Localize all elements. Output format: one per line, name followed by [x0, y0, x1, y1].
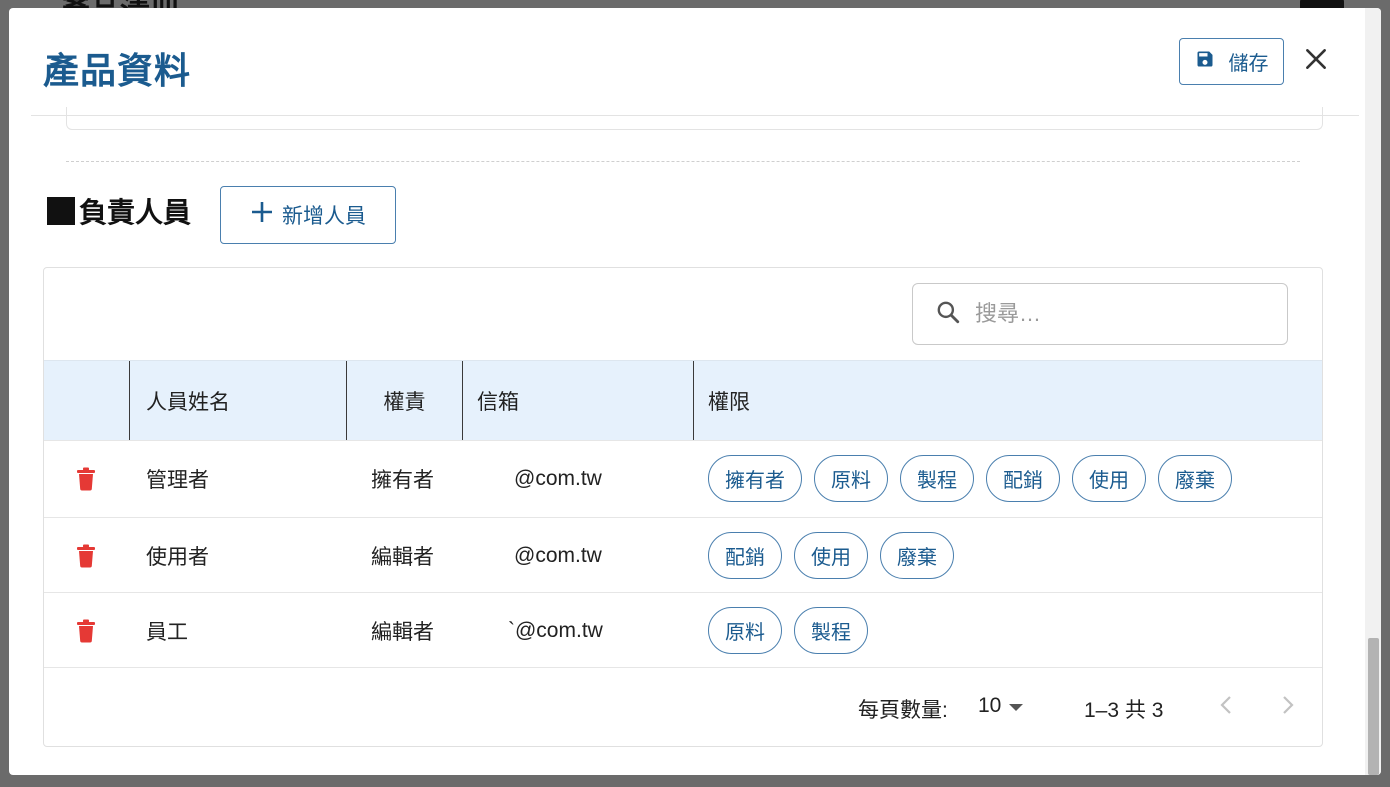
person-role: 編輯者	[371, 620, 434, 644]
save-icon	[1195, 49, 1215, 75]
permission-chip[interactable]: 擁有者	[708, 455, 802, 502]
search-box[interactable]	[912, 283, 1288, 345]
section-divider	[66, 161, 1300, 162]
column-header-email[interactable]: 信箱	[463, 361, 694, 441]
pagination-range: 1–3 共 3	[1084, 699, 1164, 722]
previous-section-card	[66, 107, 1323, 130]
person-email: @com.tw	[514, 466, 602, 490]
trash-icon	[77, 467, 95, 490]
chevron-right-icon	[1282, 695, 1294, 720]
table-row: 員工 編輯者 `@com.tw 原料 製程	[44, 592, 1322, 668]
delete-button[interactable]	[76, 593, 100, 668]
scrollbar-thumb[interactable]	[1368, 638, 1379, 775]
table-row: 管理者 擁有者 @com.tw 擁有者 原料 製程 配銷 使用 廢棄	[44, 440, 1322, 516]
section-heading-text: 負責人員	[79, 197, 192, 228]
permission-chips: 原料 製程	[708, 593, 868, 668]
dialog-title: 產品資料	[43, 50, 192, 91]
section-heading: 負責人員	[47, 191, 191, 231]
person-email: `@com.tw	[508, 618, 603, 642]
add-person-label: 新增人員	[282, 205, 366, 228]
permission-chip[interactable]: 原料	[814, 455, 888, 502]
product-dialog: 產品資料 儲存 負責人員 新增人員 搜尋… 人員姓名 權責 信箱 權限 管理者 …	[9, 8, 1381, 775]
trash-icon	[77, 544, 95, 567]
person-role: 擁有者	[371, 468, 434, 492]
permission-chip[interactable]: 原料	[708, 607, 782, 654]
caret-down-icon	[1009, 694, 1024, 718]
person-email: @com.tw	[514, 543, 602, 567]
add-person-button[interactable]: 新增人員	[220, 186, 396, 244]
permission-chip[interactable]: 使用	[794, 532, 868, 579]
close-button[interactable]	[1299, 44, 1333, 78]
search-icon	[935, 299, 961, 330]
chevron-left-icon	[1220, 695, 1232, 720]
rows-per-page-select[interactable]: 10	[978, 694, 1024, 718]
permission-chip[interactable]: 廢棄	[880, 532, 954, 579]
person-name: 使用者	[146, 545, 209, 569]
permission-chip[interactable]: 製程	[900, 455, 974, 502]
search-input[interactable]	[975, 301, 1265, 327]
column-header-permissions[interactable]: 權限	[694, 361, 1322, 441]
next-page-button[interactable]	[1276, 694, 1300, 720]
person-name: 員工	[146, 620, 188, 644]
rows-per-page-label: 每頁數量:	[858, 699, 948, 722]
column-header-name[interactable]: 人員姓名	[130, 361, 347, 441]
table-row: 使用者 編輯者 @com.tw 配銷 使用 廢棄	[44, 517, 1322, 593]
permission-chip[interactable]: 製程	[794, 607, 868, 654]
plus-icon	[250, 200, 274, 230]
table-header: 人員姓名 權責 信箱 權限	[44, 360, 1322, 441]
permission-chips: 擁有者 原料 製程 配銷 使用 廢棄	[708, 441, 1232, 516]
permission-chip[interactable]: 配銷	[708, 532, 782, 579]
column-header-actions	[44, 361, 130, 441]
dialog-scrollbar[interactable]	[1365, 8, 1381, 775]
delete-button[interactable]	[76, 518, 100, 593]
dialog-content[interactable]: 負責人員 新增人員 人員姓名 權責 信箱 權限	[9, 107, 1365, 775]
table-pagination: 每頁數量: 10 1–3 共 3	[44, 667, 1322, 746]
save-button[interactable]: 儲存	[1179, 38, 1284, 85]
permission-chips: 配銷 使用 廢棄	[708, 518, 954, 593]
personnel-table: 人員姓名 權責 信箱 權限 管理者 擁有者 @com.tw 擁有者 原料 製程 …	[43, 267, 1323, 747]
person-name: 管理者	[146, 468, 209, 492]
rows-per-page-value: 10	[978, 694, 1002, 717]
permission-chip[interactable]: 配銷	[986, 455, 1060, 502]
close-icon	[1303, 46, 1329, 77]
previous-page-button[interactable]	[1214, 694, 1238, 720]
permission-chip[interactable]: 廢棄	[1158, 455, 1232, 502]
delete-button[interactable]	[76, 441, 100, 516]
permission-chip[interactable]: 使用	[1072, 455, 1146, 502]
trash-icon	[77, 619, 95, 642]
column-header-role[interactable]: 權責	[347, 361, 463, 441]
save-button-label: 儲存	[1228, 53, 1269, 75]
dialog-header: 產品資料 儲存	[31, 8, 1359, 116]
person-role: 編輯者	[371, 545, 434, 569]
section-marker-icon	[47, 197, 75, 225]
